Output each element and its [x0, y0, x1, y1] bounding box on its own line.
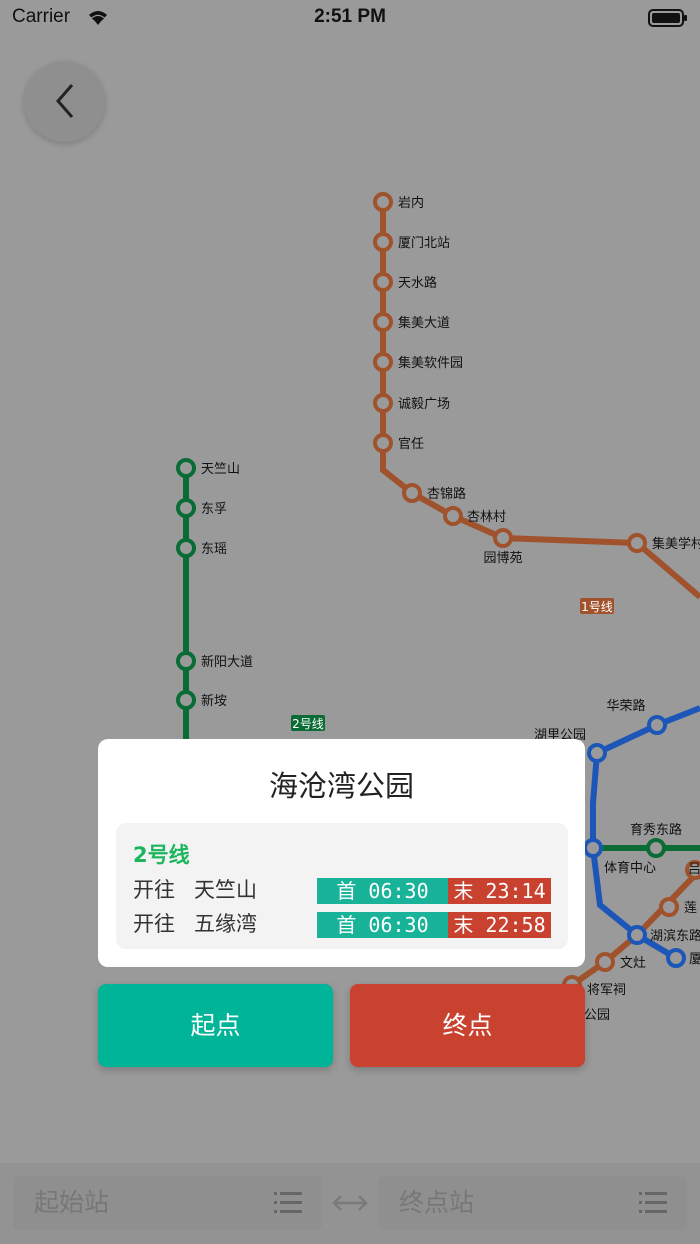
list-icon — [639, 1191, 667, 1219]
station-marker[interactable] — [443, 506, 463, 526]
last-train-time: 末 23:14 — [448, 878, 551, 904]
station-label[interactable]: 东瑶 — [201, 542, 227, 557]
station-label[interactable]: 集美学村 — [652, 536, 700, 552]
station-marker[interactable] — [627, 925, 647, 945]
line2-badge-label: 2号线 — [292, 717, 324, 731]
swap-icon[interactable] — [330, 1189, 370, 1221]
station-marker[interactable] — [646, 838, 666, 858]
status-bar: Carrier 2:51 PM — [0, 0, 700, 36]
back-button[interactable] — [24, 61, 105, 142]
station-label[interactable]: 岩内 — [398, 195, 424, 211]
station-marker[interactable] — [666, 948, 686, 968]
set-end-button[interactable]: 终点 — [350, 984, 585, 1067]
station-marker[interactable] — [373, 232, 393, 252]
station-marker[interactable] — [627, 533, 647, 553]
station-marker[interactable] — [647, 715, 667, 735]
station-label[interactable]: 天水路 — [398, 275, 437, 291]
station-label[interactable]: 华荣路 — [606, 698, 645, 714]
station-marker[interactable] — [659, 897, 679, 917]
line-info-box: 2号线 开往 天竺山 首 06:30 末 23:14 开往 五缘湾 首 06:3… — [116, 823, 568, 949]
station-marker[interactable] — [373, 312, 393, 332]
station-label[interactable]: 园博苑 — [483, 551, 522, 566]
station-label[interactable]: 公园 — [584, 1008, 610, 1023]
station-marker[interactable] — [583, 838, 603, 858]
station-marker[interactable] — [176, 651, 196, 671]
station-label[interactable]: 诚毅广场 — [398, 396, 450, 412]
station-marker[interactable] — [176, 458, 196, 478]
station-label[interactable]: 新阳大道 — [201, 654, 253, 670]
station-label[interactable]: 吕 — [688, 862, 700, 877]
station-marker[interactable] — [373, 352, 393, 372]
set-start-button[interactable]: 起点 — [98, 984, 333, 1067]
station-marker[interactable] — [176, 498, 196, 518]
direction-label: 开往 — [133, 912, 175, 936]
station-marker[interactable] — [373, 393, 393, 413]
station-marker[interactable] — [402, 483, 422, 503]
station-marker[interactable] — [595, 952, 615, 972]
station-label[interactable]: 体育中心 — [604, 860, 656, 876]
station-label[interactable]: 文灶 — [620, 956, 646, 971]
station-label[interactable]: 集美大道 — [398, 315, 450, 331]
end-station-placeholder: 终点站 — [399, 1188, 475, 1217]
line1-badge-label: 1号线 — [581, 600, 613, 614]
station-label[interactable]: 将军祠 — [587, 983, 626, 998]
direction-station: 五缘湾 — [194, 912, 257, 936]
direction-row: 开往 天竺山 首 06:30 末 23:14 — [133, 876, 563, 904]
station-popup: 海沧湾公园 2号线 开往 天竺山 首 06:30 末 23:14 开往 五缘湾 … — [98, 739, 585, 967]
direction-row: 开往 五缘湾 首 06:30 末 22:58 — [133, 910, 563, 938]
line-name: 2号线 — [133, 843, 190, 867]
station-label[interactable]: 东孚 — [201, 502, 227, 517]
end-station-field[interactable]: 终点站 — [378, 1176, 687, 1230]
station-marker[interactable] — [493, 528, 513, 548]
station-marker[interactable] — [176, 538, 196, 558]
battery-icon — [648, 9, 688, 32]
station-marker[interactable] — [587, 743, 607, 763]
station-name: 海沧湾公园 — [268, 769, 414, 803]
station-label[interactable]: 厦门北站 — [398, 236, 450, 251]
station-marker[interactable] — [373, 433, 393, 453]
direction-label: 开往 — [133, 878, 175, 902]
station-label[interactable]: 杏林村 — [467, 510, 506, 525]
start-station-placeholder: 起始站 — [34, 1188, 110, 1217]
station-label[interactable]: 湖滨东路 — [650, 928, 700, 944]
station-label[interactable]: 新垵 — [201, 693, 227, 709]
list-icon — [274, 1191, 302, 1219]
route-bar: 起始站 终点站 — [0, 1163, 700, 1244]
station-marker[interactable] — [373, 192, 393, 212]
station-marker[interactable] — [176, 690, 196, 710]
chevron-left-icon — [56, 84, 74, 118]
first-train-time: 首 06:30 — [317, 912, 448, 938]
last-train-time: 末 22:58 — [448, 912, 551, 938]
direction-station: 天竺山 — [194, 878, 257, 902]
station-label[interactable]: 厦 — [689, 952, 700, 967]
start-station-field[interactable]: 起始站 — [13, 1176, 322, 1230]
station-label[interactable]: 杏锦路 — [427, 486, 466, 502]
station-label[interactable]: 官任 — [398, 436, 424, 452]
station-label[interactable]: 莲 — [684, 901, 697, 916]
station-label[interactable]: 天竺山 — [201, 462, 240, 477]
station-label[interactable]: 育秀东路 — [630, 822, 682, 838]
station-label[interactable]: 集美软件园 — [398, 355, 463, 371]
first-train-time: 首 06:30 — [317, 878, 448, 904]
station-marker[interactable] — [373, 272, 393, 292]
clock: 2:51 PM — [314, 6, 386, 27]
